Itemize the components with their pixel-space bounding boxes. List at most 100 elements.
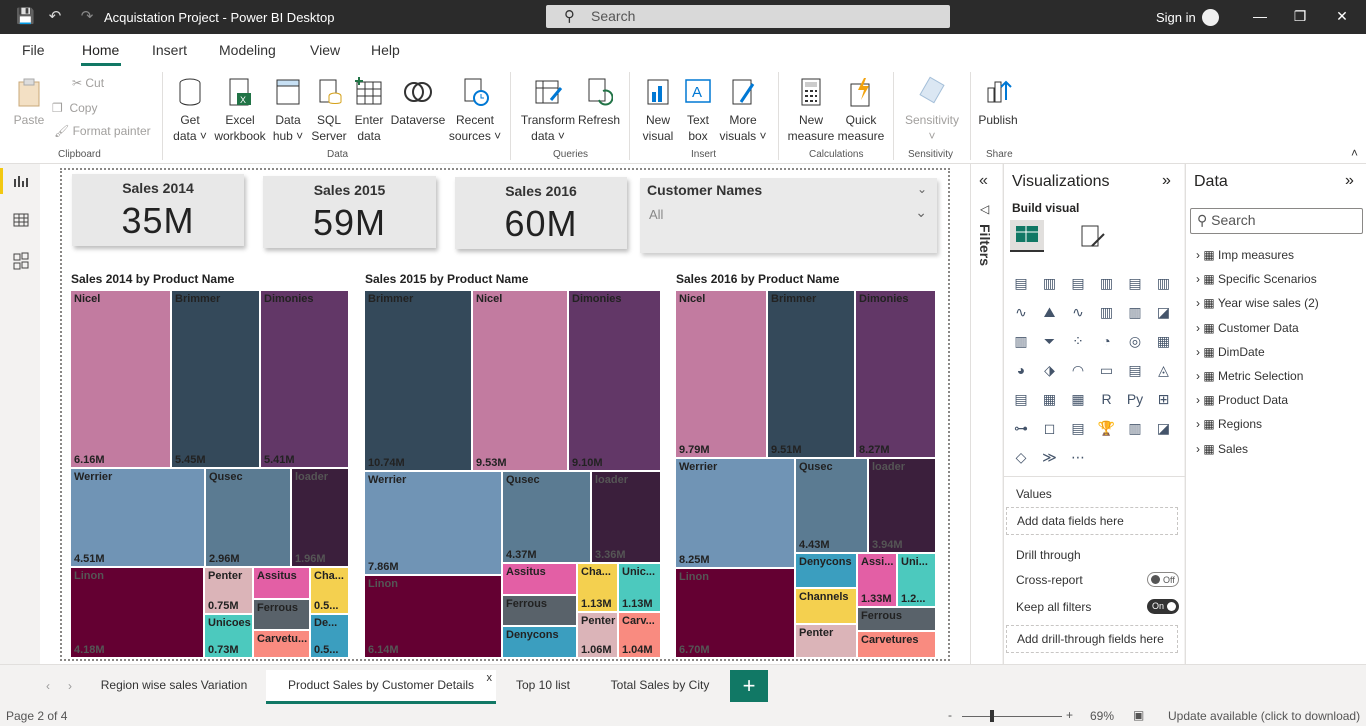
close-icon[interactable]: ✕ bbox=[1332, 8, 1352, 25]
sensitivity-button[interactable]: Sensitivity ˅ bbox=[900, 72, 964, 144]
filters-label[interactable]: Filters bbox=[977, 224, 993, 266]
treemap-tile[interactable]: Linon 6.70M bbox=[675, 568, 795, 658]
text-box-button[interactable]: A Text box bbox=[680, 72, 716, 144]
visual-type-icon[interactable]: ⋯ bbox=[1067, 446, 1089, 468]
visual-type-icon[interactable]: ▥ bbox=[1039, 272, 1061, 294]
publish-button[interactable]: Publish bbox=[976, 72, 1020, 128]
visual-type-icon[interactable]: ⛰ bbox=[1039, 301, 1061, 323]
menu-insert[interactable]: Insert bbox=[152, 42, 187, 58]
tab-top-10[interactable]: Top 10 list bbox=[500, 670, 586, 704]
treemap-tile[interactable]: Penter bbox=[795, 624, 857, 658]
treemap-tile[interactable]: Brimmer 5.45M bbox=[171, 290, 260, 468]
add-page-button[interactable]: + bbox=[730, 670, 768, 702]
treemap-tile[interactable]: loader 3.94M bbox=[868, 458, 936, 553]
data-search-input[interactable]: ⚲ Search bbox=[1190, 208, 1363, 234]
excel-workbook-button[interactable]: X Excel workbook bbox=[212, 72, 268, 144]
treemap-tile[interactable]: Nicel 6.16M bbox=[70, 290, 171, 468]
treemap-tile[interactable]: Uni... 1.2... bbox=[897, 553, 936, 607]
visual-type-icon[interactable]: ◕ bbox=[1010, 359, 1032, 381]
avatar[interactable] bbox=[1202, 9, 1219, 26]
treemap-tile[interactable]: loader 1.96M bbox=[291, 468, 349, 567]
treemap-tile[interactable]: Qusec 4.43M bbox=[795, 458, 868, 553]
customer-names-slicer[interactable]: Customer Names ⌄ All ⌄ bbox=[640, 178, 937, 253]
keep-filters-toggle[interactable]: On bbox=[1147, 599, 1179, 614]
treemap-tile[interactable]: Denycons bbox=[795, 553, 857, 588]
copy-button[interactable]: ❐ Copy bbox=[52, 101, 97, 115]
zoom-slider-thumb[interactable] bbox=[990, 710, 994, 722]
treemap-tile[interactable]: Brimmer 9.51M bbox=[767, 290, 855, 458]
visual-type-icon[interactable]: ▤ bbox=[1067, 417, 1089, 439]
visual-type-icon[interactable]: ∿ bbox=[1067, 301, 1089, 323]
treemap-tile[interactable]: Penter 1.06M bbox=[577, 612, 618, 658]
visual-type-icon[interactable]: ▦ bbox=[1039, 388, 1061, 410]
treemap-tile[interactable]: Cha... 0.5... bbox=[310, 567, 349, 614]
zoom-slider[interactable] bbox=[962, 716, 1062, 717]
treemap-tile[interactable]: Assitus bbox=[502, 563, 577, 595]
cut-button[interactable]: ✂ Cut bbox=[72, 76, 104, 90]
visual-type-icon[interactable]: ◻ bbox=[1039, 417, 1061, 439]
visual-type-icon[interactable]: ▥ bbox=[1124, 417, 1146, 439]
field-table-item[interactable]: › ▦ Specific Scenarios bbox=[1196, 272, 1317, 286]
kpi-card-2015[interactable]: Sales 2015 59M bbox=[263, 176, 436, 248]
collapse-ribbon-icon[interactable]: ˄ bbox=[1351, 146, 1358, 160]
tab-scroll-right-icon[interactable]: › bbox=[68, 679, 72, 693]
field-table-item[interactable]: › ▦ Imp measures bbox=[1196, 248, 1294, 262]
close-tab-icon[interactable]: x bbox=[487, 672, 493, 684]
visual-type-icon[interactable]: ⊞ bbox=[1153, 388, 1175, 410]
restore-icon[interactable]: ❐ bbox=[1290, 8, 1310, 25]
treemap-tile[interactable]: Qusec 2.96M bbox=[205, 468, 291, 567]
save-icon[interactable]: 💾 bbox=[16, 8, 35, 26]
visual-type-icon[interactable]: ▥ bbox=[1010, 330, 1032, 352]
tab-region-wise[interactable]: Region wise sales Variation bbox=[84, 670, 264, 704]
visual-type-icon[interactable]: ▥ bbox=[1096, 301, 1118, 323]
visual-type-icon[interactable]: ▤ bbox=[1067, 272, 1089, 294]
treemap-tile[interactable]: Channels bbox=[795, 588, 857, 624]
treemap-tile[interactable]: Linon 4.18M bbox=[70, 567, 204, 658]
menu-view[interactable]: View bbox=[310, 42, 340, 58]
undo-icon[interactable]: ↶ bbox=[46, 8, 64, 26]
treemap-tile[interactable]: Carvetures bbox=[857, 631, 936, 658]
cross-report-toggle[interactable]: Off bbox=[1147, 572, 1179, 587]
visual-type-icon[interactable]: ▥ bbox=[1153, 272, 1175, 294]
visual-type-icon[interactable]: ◬ bbox=[1153, 359, 1175, 381]
report-view-icon[interactable] bbox=[11, 173, 31, 193]
menu-file[interactable]: File bbox=[22, 42, 45, 58]
kpi-card-2014[interactable]: Sales 2014 35M bbox=[72, 174, 244, 246]
zoom-in-icon[interactable]: + bbox=[1066, 708, 1073, 722]
treemap-2014[interactable]: Nicel 6.16M Brimmer 5.45M Dimonies 5.41M Werri… bbox=[70, 290, 349, 658]
treemap-tile[interactable]: Unic... 1.13M bbox=[618, 563, 661, 612]
chevron-down-icon[interactable]: ⌄ bbox=[917, 182, 927, 196]
treemap-tile[interactable]: Denycons bbox=[502, 626, 577, 658]
treemap-tile[interactable]: Nicel 9.53M bbox=[472, 290, 568, 471]
tab-total-sales-city[interactable]: Total Sales by City bbox=[592, 670, 728, 704]
update-notice[interactable]: Update available (click to download) bbox=[1168, 709, 1360, 723]
new-measure-button[interactable]: New measure bbox=[786, 72, 836, 144]
zoom-out-icon[interactable]: - bbox=[948, 708, 952, 722]
drill-through-well[interactable]: Add drill-through fields here bbox=[1006, 625, 1178, 653]
treemap-tile[interactable]: Penter 0.75M bbox=[204, 567, 253, 614]
table-view-icon[interactable] bbox=[11, 212, 31, 232]
search-box[interactable]: ⚲ Search bbox=[546, 5, 950, 28]
visual-type-icon[interactable]: ▥ bbox=[1124, 301, 1146, 323]
treemap-2016[interactable]: Nicel 9.79M Brimmer 9.51M Dimonies 8.27M Werri… bbox=[675, 290, 936, 658]
visual-type-icon[interactable]: ⁘ bbox=[1067, 330, 1089, 352]
format-visual-tab[interactable] bbox=[1078, 222, 1108, 252]
more-visuals-button[interactable]: More visuals ˅ bbox=[718, 72, 768, 144]
treemap-tile[interactable]: Ferrous bbox=[857, 607, 936, 631]
treemap-tile[interactable]: Linon 6.14M bbox=[364, 575, 502, 658]
values-well[interactable]: Add data fields here bbox=[1006, 507, 1178, 535]
menu-modeling[interactable]: Modeling bbox=[219, 42, 276, 58]
visual-type-icon[interactable]: ⬗ bbox=[1039, 359, 1061, 381]
expand-filters-icon[interactable]: « bbox=[979, 172, 988, 190]
treemap-tile[interactable]: Carvetu... bbox=[253, 630, 310, 658]
visual-type-icon[interactable]: ◔ bbox=[1096, 330, 1118, 352]
quick-measure-button[interactable]: Quick measure bbox=[836, 72, 886, 144]
menu-home[interactable]: Home bbox=[82, 42, 119, 58]
treemap-tile[interactable]: Dimonies 8.27M bbox=[855, 290, 936, 458]
treemap-tile[interactable]: Werrier 8.25M bbox=[675, 458, 795, 568]
visual-type-icon[interactable]: ◠ bbox=[1067, 359, 1089, 381]
visual-type-icon[interactable]: ⏷ bbox=[1039, 330, 1061, 352]
visual-type-icon[interactable]: ▤ bbox=[1124, 272, 1146, 294]
collapse-data-icon[interactable]: » bbox=[1345, 172, 1354, 190]
treemap-tile[interactable]: Assi... 1.33M bbox=[857, 553, 897, 607]
